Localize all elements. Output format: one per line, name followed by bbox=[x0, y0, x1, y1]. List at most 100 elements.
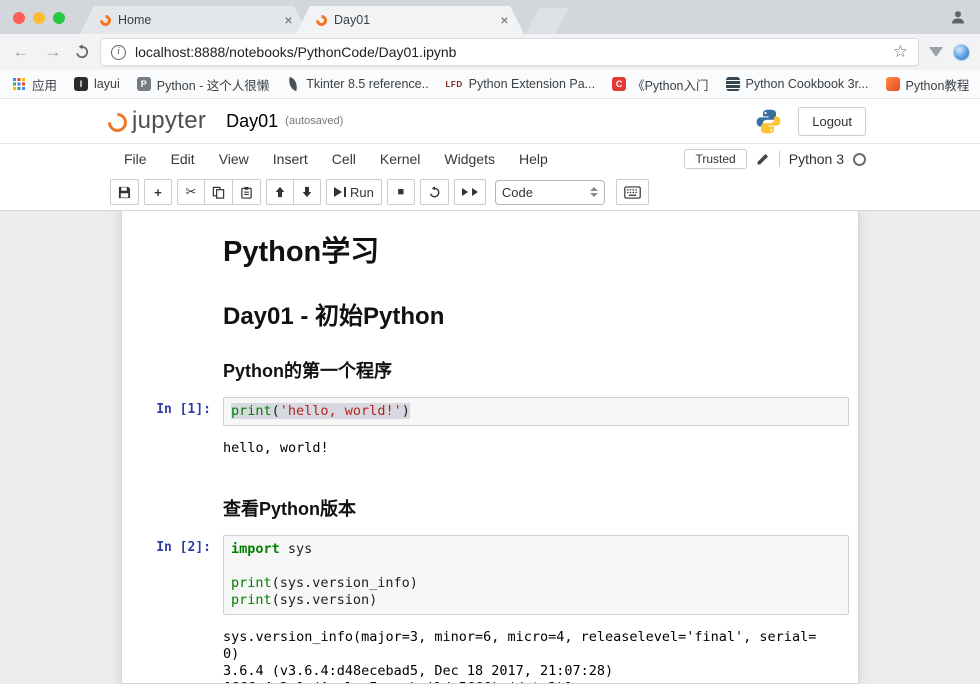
layui-icon: l bbox=[74, 77, 88, 91]
bookmark-label: layui bbox=[94, 77, 120, 91]
restart-kernel-button[interactable] bbox=[420, 179, 449, 205]
menu-file[interactable]: File bbox=[112, 147, 159, 171]
profile-icon[interactable] bbox=[950, 9, 966, 25]
move-cell-group bbox=[266, 179, 321, 205]
output-area-1: hello, world! bbox=[122, 431, 858, 466]
save-button[interactable] bbox=[110, 179, 139, 205]
heading-check-version: 查看Python版本 bbox=[223, 495, 853, 521]
bookmark-layui[interactable]: l layui bbox=[74, 77, 120, 91]
code-line: print('hello, world!') bbox=[231, 403, 410, 419]
copy-cell-button[interactable] bbox=[204, 179, 233, 205]
interrupt-kernel-button[interactable]: ■ bbox=[387, 179, 415, 205]
window-controls bbox=[13, 12, 65, 24]
fast-forward-icon bbox=[472, 188, 478, 196]
output-area-2: sys.version_info(major=3, minor=6, micro… bbox=[122, 620, 858, 684]
close-tab-icon[interactable]: × bbox=[497, 13, 512, 27]
extension-triangle-icon[interactable] bbox=[929, 47, 943, 57]
code-cell-1[interactable]: In [1]: print('hello, world!') bbox=[122, 392, 858, 431]
jupyter-header: jupyter Day01 (autosaved) Logout bbox=[0, 99, 980, 143]
tab-title: Day01 bbox=[334, 13, 490, 27]
move-cell-up-button[interactable] bbox=[266, 179, 294, 205]
heading-day01: Day01 - 初始Python bbox=[223, 296, 853, 331]
jupyter-logo[interactable]: jupyter bbox=[108, 107, 206, 135]
input-prompt: In [1]: bbox=[127, 397, 223, 426]
command-palette-button[interactable] bbox=[616, 179, 649, 205]
cell-type-select[interactable]: Code bbox=[495, 180, 605, 205]
cut-cell-button[interactable]: ✂ bbox=[177, 179, 205, 205]
jupyter-favicon bbox=[314, 12, 330, 28]
prompt-empty bbox=[127, 288, 223, 337]
menu-insert[interactable]: Insert bbox=[261, 147, 320, 171]
kernel-name: Python 3 bbox=[789, 151, 844, 167]
bookmark-python-intro[interactable]: C 《Python入门 bbox=[612, 75, 708, 94]
menu-cell[interactable]: Cell bbox=[320, 147, 368, 171]
arrow-down-icon bbox=[301, 186, 313, 198]
bookmark-apps[interactable]: 应用 bbox=[12, 75, 57, 94]
bookmark-python-cookbook[interactable]: Python Cookbook 3r... bbox=[726, 77, 869, 91]
notebook-scroll-area[interactable]: Python学习 Day01 - 初始Python Python的第一个程序 I… bbox=[0, 211, 980, 684]
forward-icon[interactable]: → bbox=[42, 42, 64, 62]
paste-cell-button[interactable] bbox=[232, 179, 261, 205]
markdown-cell-title[interactable]: Python学习 bbox=[122, 219, 858, 283]
bookmark-tkinter[interactable]: Tkinter 8.5 reference.. bbox=[286, 77, 428, 91]
prompt-empty bbox=[127, 485, 223, 525]
feather-icon bbox=[286, 77, 300, 91]
address-bar: ← → i localhost:8888/notebooks/PythonCod… bbox=[0, 34, 980, 70]
extension-globe-icon[interactable] bbox=[953, 44, 970, 61]
bookmark-python-extension[interactable]: LFD Python Extension Pa... bbox=[446, 77, 596, 91]
markdown-cell-version[interactable]: 查看Python版本 bbox=[122, 480, 858, 530]
code-cell-2[interactable]: In [2]: import sys print(sys.version_inf… bbox=[122, 530, 858, 620]
output-prompt bbox=[127, 625, 223, 684]
output-prompt bbox=[127, 436, 223, 461]
bookmark-python-tutorial[interactable]: Python教程 bbox=[886, 75, 970, 94]
logout-button[interactable]: Logout bbox=[798, 107, 866, 136]
add-cell-button[interactable]: + bbox=[144, 179, 172, 205]
menu-widgets[interactable]: Widgets bbox=[432, 147, 507, 171]
autosave-status: (autosaved) bbox=[285, 115, 343, 127]
close-tab-icon[interactable]: × bbox=[281, 13, 296, 27]
menu-edit[interactable]: Edit bbox=[159, 147, 207, 171]
tab-strip: Home × Day01 × bbox=[0, 0, 980, 34]
jupyter-logo-icon bbox=[104, 109, 131, 136]
tab-home[interactable]: Home × bbox=[80, 6, 308, 34]
bookmark-label: Python Cookbook 3r... bbox=[746, 77, 869, 91]
edit-mode-pencil-icon bbox=[756, 152, 770, 166]
trusted-badge[interactable]: Trusted bbox=[684, 149, 746, 169]
bookmark-label: Python - 这个人很懒 bbox=[157, 75, 270, 94]
jupyter-toolbar: + ✂ bbox=[0, 174, 980, 211]
arrow-up-icon bbox=[274, 186, 286, 198]
lfd-badge-icon: LFD bbox=[446, 80, 463, 89]
fullscreen-window-button[interactable] bbox=[53, 12, 65, 24]
minimize-window-button[interactable] bbox=[33, 12, 45, 24]
code-editor[interactable]: import sys print(sys.version_info) print… bbox=[223, 535, 849, 615]
run-bar-icon bbox=[344, 187, 346, 197]
url-text[interactable]: localhost:8888/notebooks/PythonCode/Day0… bbox=[135, 44, 884, 60]
notebook-container: Python学习 Day01 - 初始Python Python的第一个程序 I… bbox=[121, 211, 859, 684]
restart-run-all-button[interactable] bbox=[454, 179, 486, 205]
plus-icon: + bbox=[154, 185, 162, 200]
bookmark-python-blog[interactable]: P Python - 这个人很懒 bbox=[137, 75, 270, 94]
markdown-cell-first-program[interactable]: Python的第一个程序 bbox=[122, 342, 858, 392]
reload-icon[interactable] bbox=[74, 44, 90, 60]
restart-icon bbox=[428, 186, 441, 199]
code-lines: import sys print(sys.version_info) print… bbox=[231, 541, 418, 608]
move-cell-down-button[interactable] bbox=[293, 179, 321, 205]
bookmark-star-icon[interactable]: ☆ bbox=[893, 42, 908, 62]
close-window-button[interactable] bbox=[13, 12, 25, 24]
new-tab-button[interactable] bbox=[525, 8, 569, 34]
kernel-idle-icon bbox=[853, 153, 866, 166]
back-icon[interactable]: ← bbox=[10, 42, 32, 62]
bookmark-label: Python Extension Pa... bbox=[469, 77, 595, 91]
tab-day01[interactable]: Day01 × bbox=[296, 6, 524, 34]
notebook-title[interactable]: Day01 bbox=[226, 111, 278, 132]
code-editor[interactable]: print('hello, world!') bbox=[223, 397, 849, 426]
url-field[interactable]: i localhost:8888/notebooks/PythonCode/Da… bbox=[100, 38, 919, 66]
menu-help[interactable]: Help bbox=[507, 147, 560, 171]
bookmark-label: Python教程 bbox=[906, 75, 970, 94]
menu-view[interactable]: View bbox=[207, 147, 261, 171]
page-info-icon[interactable]: i bbox=[111, 45, 126, 60]
heading-first-program: Python的第一个程序 bbox=[223, 357, 853, 383]
menu-kernel[interactable]: Kernel bbox=[368, 147, 432, 171]
run-cell-button[interactable]: Run bbox=[326, 179, 382, 205]
markdown-cell-day01[interactable]: Day01 - 初始Python bbox=[122, 283, 858, 342]
